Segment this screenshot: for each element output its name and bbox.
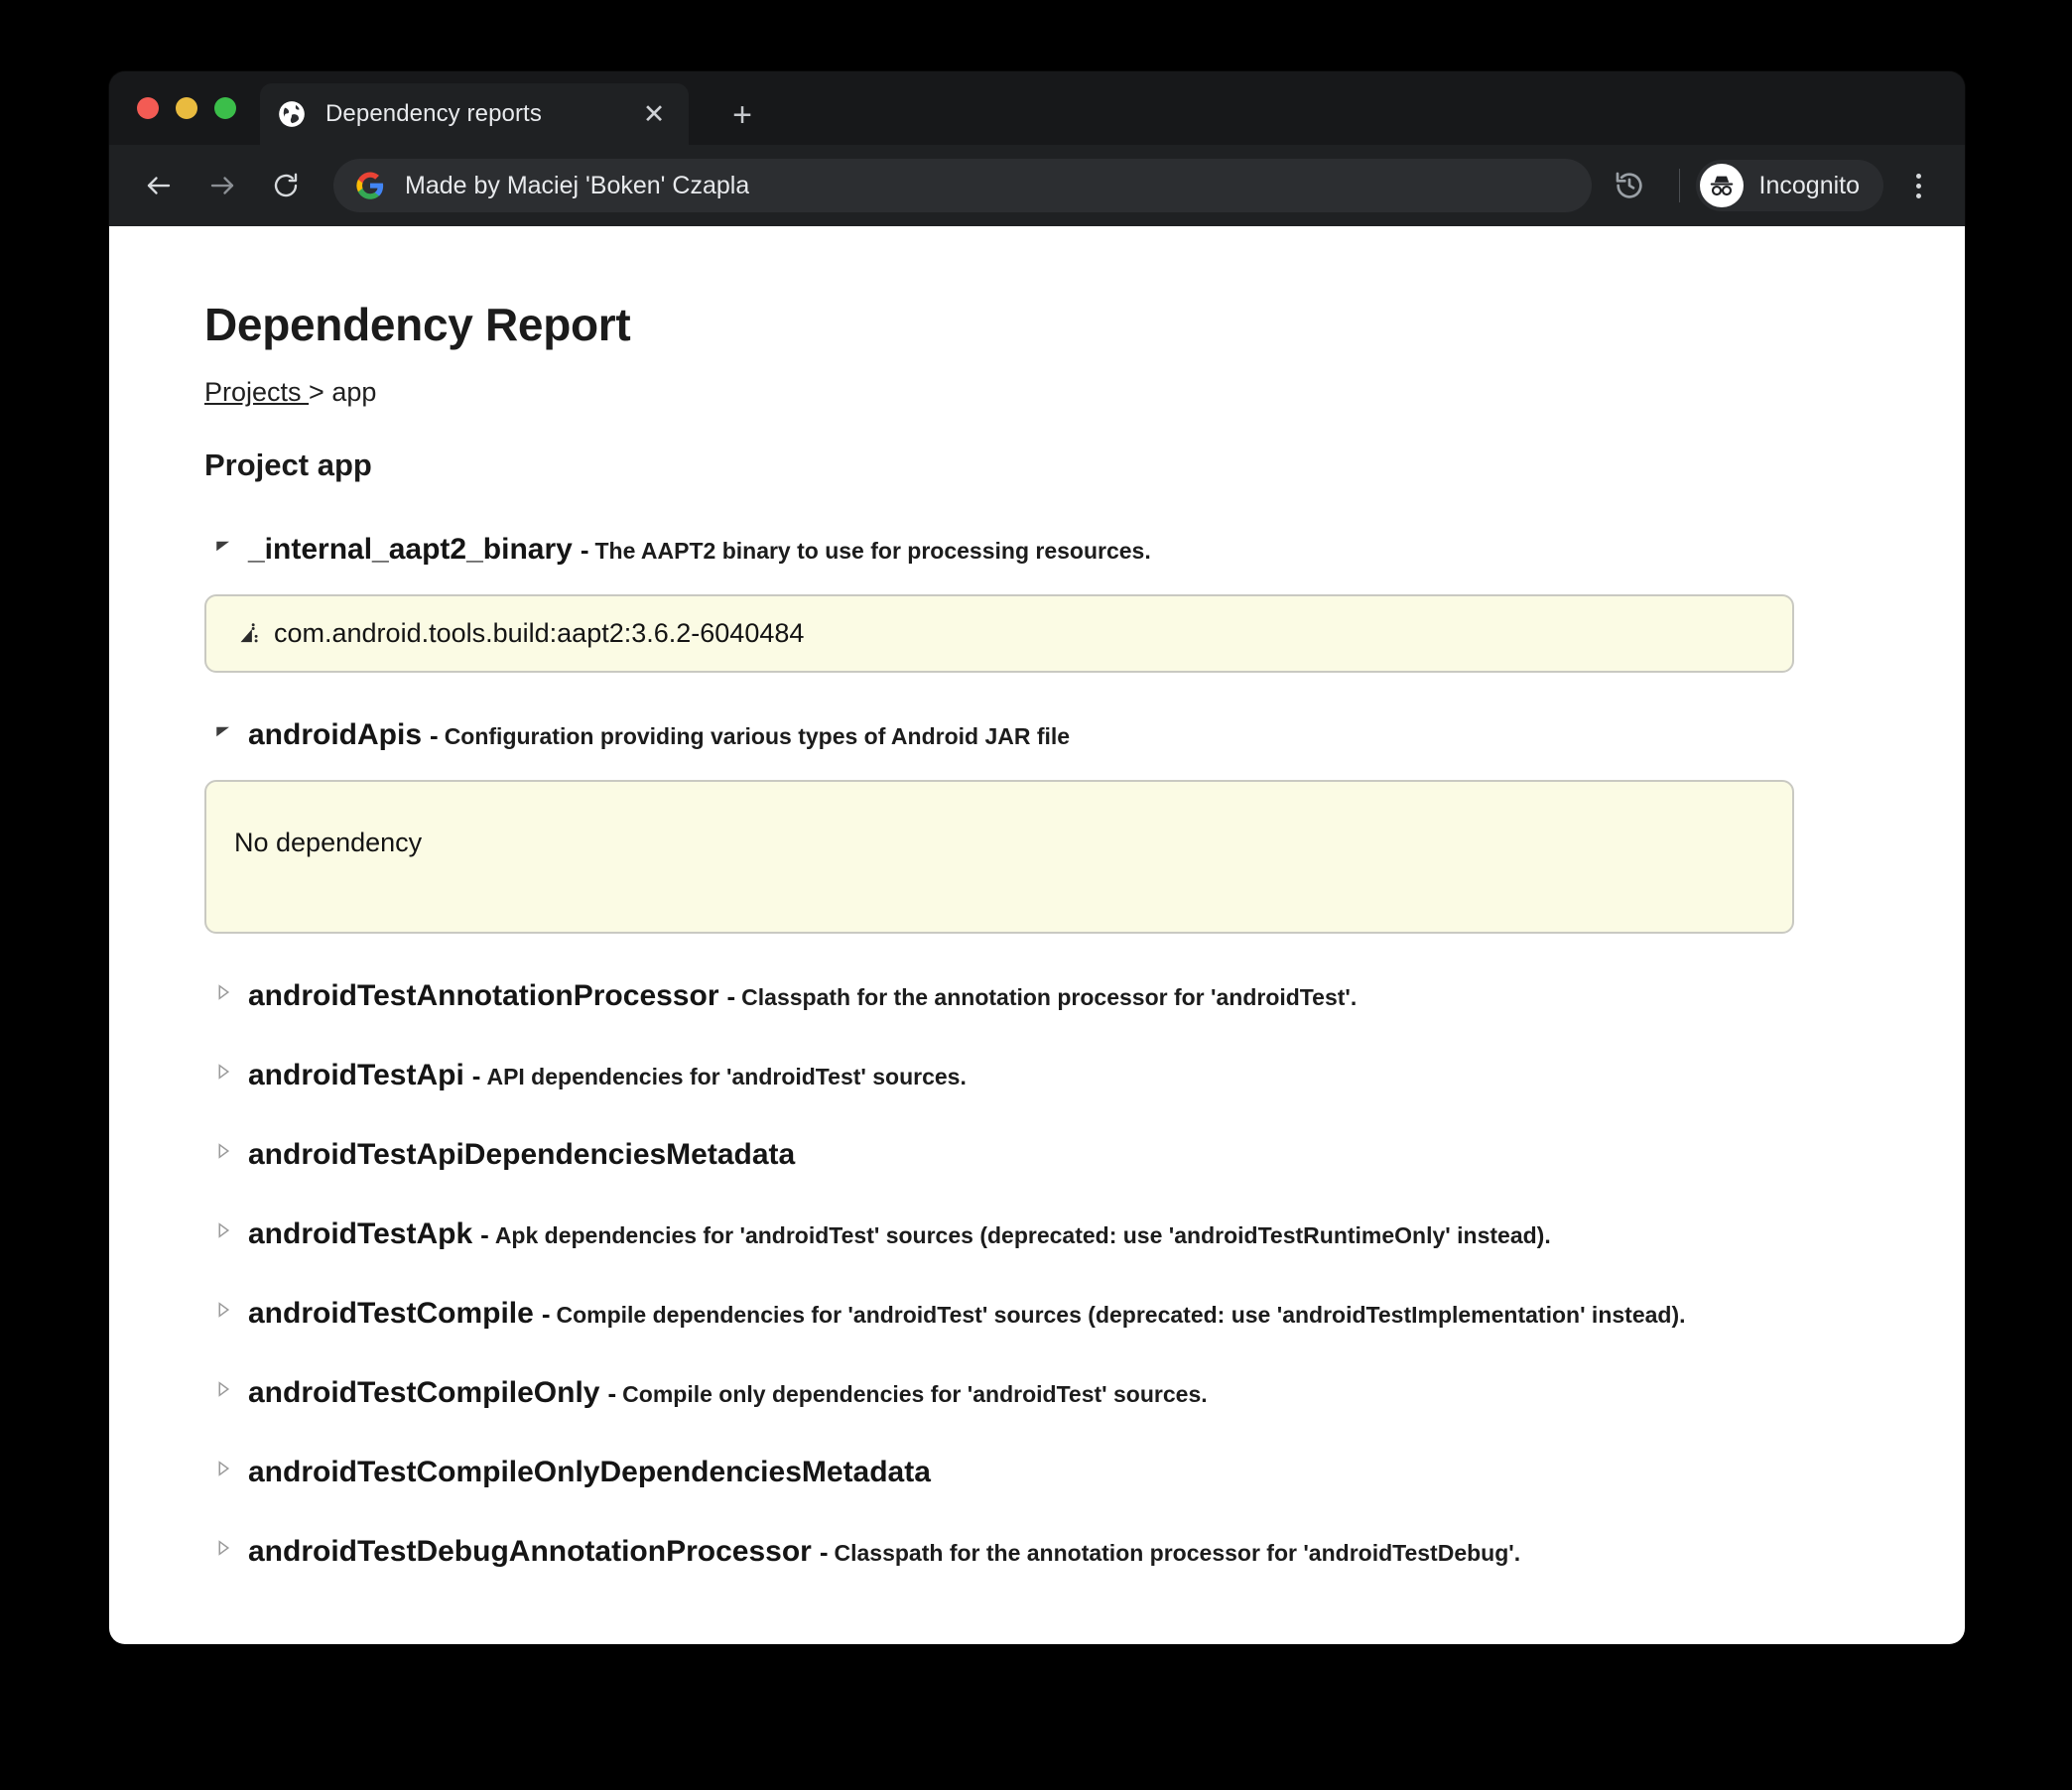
configuration-header[interactable]: androidTestCompileOnly - Compile only de… <box>204 1376 1965 1410</box>
triangle-down-icon[interactable] <box>214 537 236 555</box>
configuration-description: Apk dependencies for 'androidTest' sourc… <box>494 1222 1551 1248</box>
configuration-name: androidTestAnnotationProcessor <box>248 979 719 1012</box>
breadcrumb-link-projects[interactable]: Projects <box>204 377 309 407</box>
configuration-dash: - <box>471 1061 481 1090</box>
configuration-dash: - <box>541 1299 551 1329</box>
no-dependency-text: No dependency <box>234 828 423 857</box>
triangle-right-icon[interactable] <box>214 1063 236 1081</box>
page-viewport: Dependency Report Projects > app Project… <box>109 226 1965 1644</box>
forward-icon[interactable] <box>196 160 248 211</box>
configuration-description: Compile dependencies for 'androidTest' s… <box>556 1302 1686 1328</box>
window-close-button[interactable] <box>137 97 159 119</box>
configuration-description: API dependencies for 'androidTest' sourc… <box>486 1064 967 1089</box>
tab-title: Dependency reports <box>325 100 542 127</box>
browser-tab[interactable]: Dependency reports ✕ <box>260 83 689 145</box>
dependency-item[interactable]: com.android.tools.build:aapt2:3.6.2-6040… <box>234 618 1764 649</box>
triangle-right-icon[interactable] <box>214 983 236 1001</box>
browser-toolbar: Made by Maciej 'Boken' Czapla Incognito <box>109 145 1965 226</box>
address-bar-text: Made by Maciej 'Boken' Czapla <box>405 171 750 199</box>
configuration-name: androidTestApk <box>248 1217 473 1250</box>
profile-chip[interactable]: Incognito <box>1695 160 1883 211</box>
configuration-dash: - <box>607 1378 617 1408</box>
configuration-list: androidTestAnnotationProcessor - Classpa… <box>204 979 1965 1569</box>
module-icon <box>240 622 258 642</box>
configuration-dash: - <box>726 981 736 1011</box>
tab-strip: Dependency reports ✕ + <box>109 71 1965 145</box>
configuration-name: androidTestCompileOnly <box>248 1376 600 1409</box>
profile-label: Incognito <box>1758 171 1860 199</box>
address-bar[interactable]: Made by Maciej 'Boken' Czapla <box>333 159 1592 212</box>
triangle-right-icon[interactable] <box>214 1539 236 1557</box>
configuration-name: androidTestDebugAnnotationProcessor <box>248 1535 812 1568</box>
configuration-dash: - <box>480 1219 489 1249</box>
configuration-header[interactable]: androidTestDebugAnnotationProcessor - Cl… <box>204 1535 1965 1569</box>
configuration-description: Classpath for the annotation processor f… <box>834 1540 1521 1566</box>
close-icon[interactable]: ✕ <box>637 97 671 131</box>
configuration-name: androidTestCompileOnlyDependenciesMetada… <box>248 1456 931 1488</box>
dependency-coordinate: com.android.tools.build:aapt2:3.6.2-6040… <box>274 618 805 648</box>
configuration-name: androidTestApiDependenciesMetadata <box>248 1138 796 1171</box>
dependency-box-empty: No dependency <box>204 780 1794 934</box>
configuration-header[interactable]: androidTestApi - API dependencies for 'a… <box>204 1059 1965 1092</box>
configuration-header[interactable]: androidTestApiDependenciesMetadata <box>204 1138 1965 1172</box>
menu-dot <box>1915 192 1921 198</box>
window-traffic-lights <box>137 97 236 119</box>
breadcrumb: Projects > app <box>204 377 1965 408</box>
triangle-right-icon[interactable] <box>214 1301 236 1319</box>
google-g-icon <box>356 172 384 199</box>
menu-dot <box>1915 173 1921 179</box>
page-title: Dependency Report <box>204 299 631 350</box>
configuration-header[interactable]: androidApis - Configuration providing va… <box>204 718 1965 752</box>
window-maximize-button[interactable] <box>214 97 236 119</box>
configuration-description: Classpath for the annotation processor f… <box>741 984 1358 1010</box>
new-tab-icon[interactable]: + <box>724 97 760 133</box>
triangle-right-icon[interactable] <box>214 1380 236 1398</box>
configuration-name: androidTestCompile <box>248 1297 534 1330</box>
project-heading: Project app <box>204 448 372 482</box>
breadcrumb-current: app <box>331 377 377 407</box>
configuration-header[interactable]: androidTestCompile - Compile dependencie… <box>204 1297 1965 1331</box>
configuration-name: androidApis <box>248 718 423 751</box>
configuration-dash: - <box>819 1537 829 1567</box>
globe-icon <box>279 101 305 127</box>
history-icon[interactable] <box>1606 162 1653 209</box>
triangle-down-icon[interactable] <box>214 722 236 740</box>
page-content: Dependency Report Projects > app Project… <box>109 226 1965 1569</box>
incognito-icon <box>1699 164 1744 207</box>
browser-menu-icon[interactable] <box>1895 160 1941 211</box>
browser-window: Dependency reports ✕ + Made by Maciej 'B… <box>109 71 1965 1644</box>
configuration-header[interactable]: androidTestAnnotationProcessor - Classpa… <box>204 979 1965 1013</box>
configuration-dash: - <box>430 720 439 750</box>
menu-dot <box>1915 183 1921 189</box>
configuration-dash: - <box>580 535 589 565</box>
toolbar-right-group: Incognito <box>1606 160 1941 211</box>
configuration-name: _internal_aapt2_binary <box>248 533 573 566</box>
breadcrumb-separator: > <box>309 377 332 407</box>
reload-icon[interactable] <box>260 160 312 211</box>
configuration-description: The AAPT2 binary to use for processing r… <box>594 538 1151 564</box>
dependency-box: com.android.tools.build:aapt2:3.6.2-6040… <box>204 594 1794 673</box>
configuration-header[interactable]: androidTestCompileOnlyDependenciesMetada… <box>204 1456 1965 1489</box>
toolbar-divider <box>1678 169 1680 202</box>
configuration-header[interactable]: androidTestApk - Apk dependencies for 'a… <box>204 1217 1965 1251</box>
window-minimize-button[interactable] <box>176 97 197 119</box>
configuration-name: androidTestApi <box>248 1059 464 1091</box>
configuration-description: Compile only dependencies for 'androidTe… <box>622 1381 1208 1407</box>
configuration-header[interactable]: _internal_aapt2_binary - The AAPT2 binar… <box>204 533 1965 567</box>
triangle-right-icon[interactable] <box>214 1460 236 1477</box>
triangle-right-icon[interactable] <box>214 1221 236 1239</box>
triangle-right-icon[interactable] <box>214 1142 236 1160</box>
configuration-description: Configuration providing various types of… <box>444 723 1071 749</box>
back-icon[interactable] <box>133 160 185 211</box>
